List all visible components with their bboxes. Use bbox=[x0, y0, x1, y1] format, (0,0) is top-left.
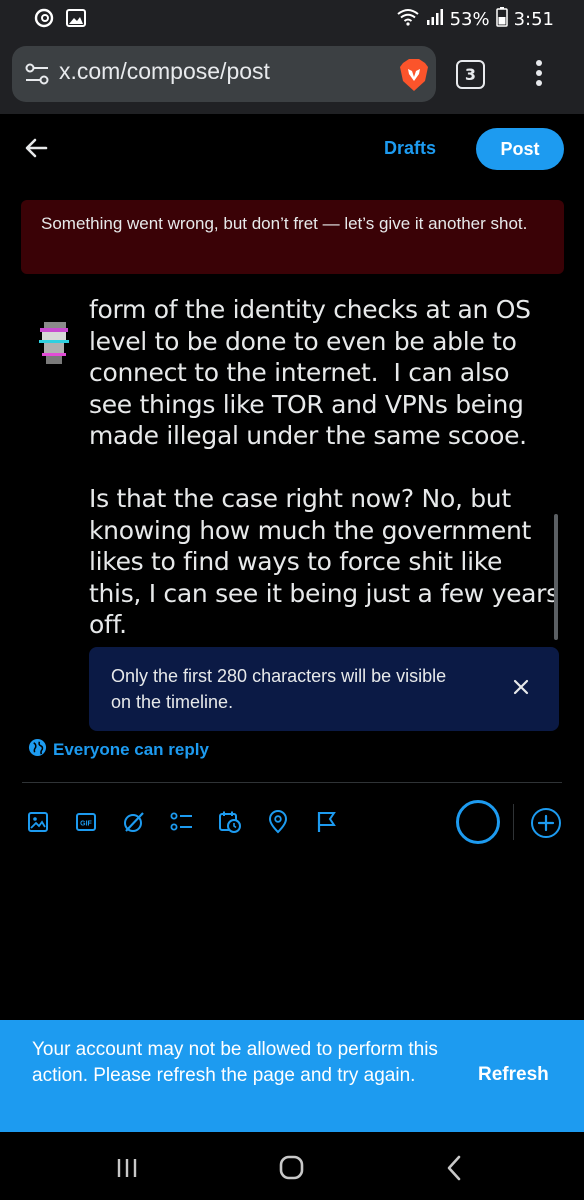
divider bbox=[22, 782, 562, 783]
character-limit-toast: Only the first 280 characters will be vi… bbox=[89, 647, 559, 731]
flag-icon[interactable] bbox=[314, 806, 338, 838]
character-limit-message: Only the first 280 characters will be vi… bbox=[111, 666, 447, 712]
system-nav-bar bbox=[0, 1132, 584, 1200]
textarea-scrollbar[interactable] bbox=[554, 514, 558, 640]
back-nav-icon[interactable] bbox=[435, 1152, 475, 1184]
wifi-icon bbox=[396, 8, 420, 31]
refresh-button[interactable]: Refresh bbox=[478, 1064, 549, 1086]
browser-toolbar: x.com/compose/post 3 bbox=[0, 38, 584, 114]
url-text[interactable]: x.com/compose/post bbox=[59, 58, 270, 85]
globe-icon bbox=[28, 738, 47, 762]
clock: 3:51 bbox=[513, 9, 554, 30]
home-icon[interactable] bbox=[271, 1152, 311, 1184]
avatar[interactable] bbox=[36, 316, 72, 368]
media-icon[interactable] bbox=[26, 806, 50, 838]
tab-switcher-button[interactable]: 3 bbox=[456, 60, 485, 89]
reply-setting-button[interactable]: Everyone can reply bbox=[28, 738, 209, 762]
menu-dots-icon[interactable] bbox=[530, 60, 548, 92]
location-icon[interactable] bbox=[266, 806, 290, 838]
battery-icon bbox=[495, 7, 508, 32]
compose-toolbar: GIF bbox=[26, 806, 366, 838]
reply-setting-label[interactable]: Everyone can reply bbox=[53, 740, 209, 760]
post-button[interactable]: Post bbox=[476, 128, 564, 170]
account-restriction-banner: Your account may not be allowed to perfo… bbox=[0, 1020, 584, 1132]
close-icon[interactable] bbox=[509, 675, 533, 699]
poll-icon[interactable] bbox=[170, 806, 194, 838]
threads-icon bbox=[34, 8, 54, 33]
back-arrow-icon[interactable] bbox=[22, 132, 54, 164]
tweet-textarea[interactable]: form of the identity checks at an OS lev… bbox=[89, 284, 559, 644]
account-restriction-message: Your account may not be allowed to perfo… bbox=[32, 1039, 438, 1086]
drafts-link[interactable]: Drafts bbox=[384, 138, 436, 159]
grok-icon[interactable] bbox=[122, 806, 146, 838]
add-post-button[interactable] bbox=[531, 808, 561, 838]
recent-apps-icon[interactable] bbox=[107, 1152, 147, 1184]
image-icon bbox=[66, 9, 86, 32]
address-bar[interactable]: x.com/compose/post bbox=[12, 46, 436, 102]
character-counter-ring bbox=[456, 800, 500, 844]
signal-icon bbox=[426, 9, 444, 30]
schedule-icon[interactable] bbox=[218, 806, 242, 838]
gif-icon[interactable]: GIF bbox=[74, 806, 98, 838]
error-banner: Something went wrong, but don’t fret — l… bbox=[21, 200, 564, 274]
brave-lion-icon[interactable] bbox=[398, 57, 430, 97]
svg-text:GIF: GIF bbox=[80, 821, 92, 828]
toolbar-divider bbox=[513, 804, 514, 840]
tune-icon[interactable] bbox=[24, 62, 50, 90]
error-message: Something went wrong, but don’t fret — l… bbox=[41, 214, 528, 233]
tweet-text[interactable]: form of the identity checks at an OS lev… bbox=[89, 294, 559, 641]
battery-percent: 53% bbox=[449, 9, 490, 30]
status-bar: 53% 3:51 bbox=[0, 0, 584, 38]
